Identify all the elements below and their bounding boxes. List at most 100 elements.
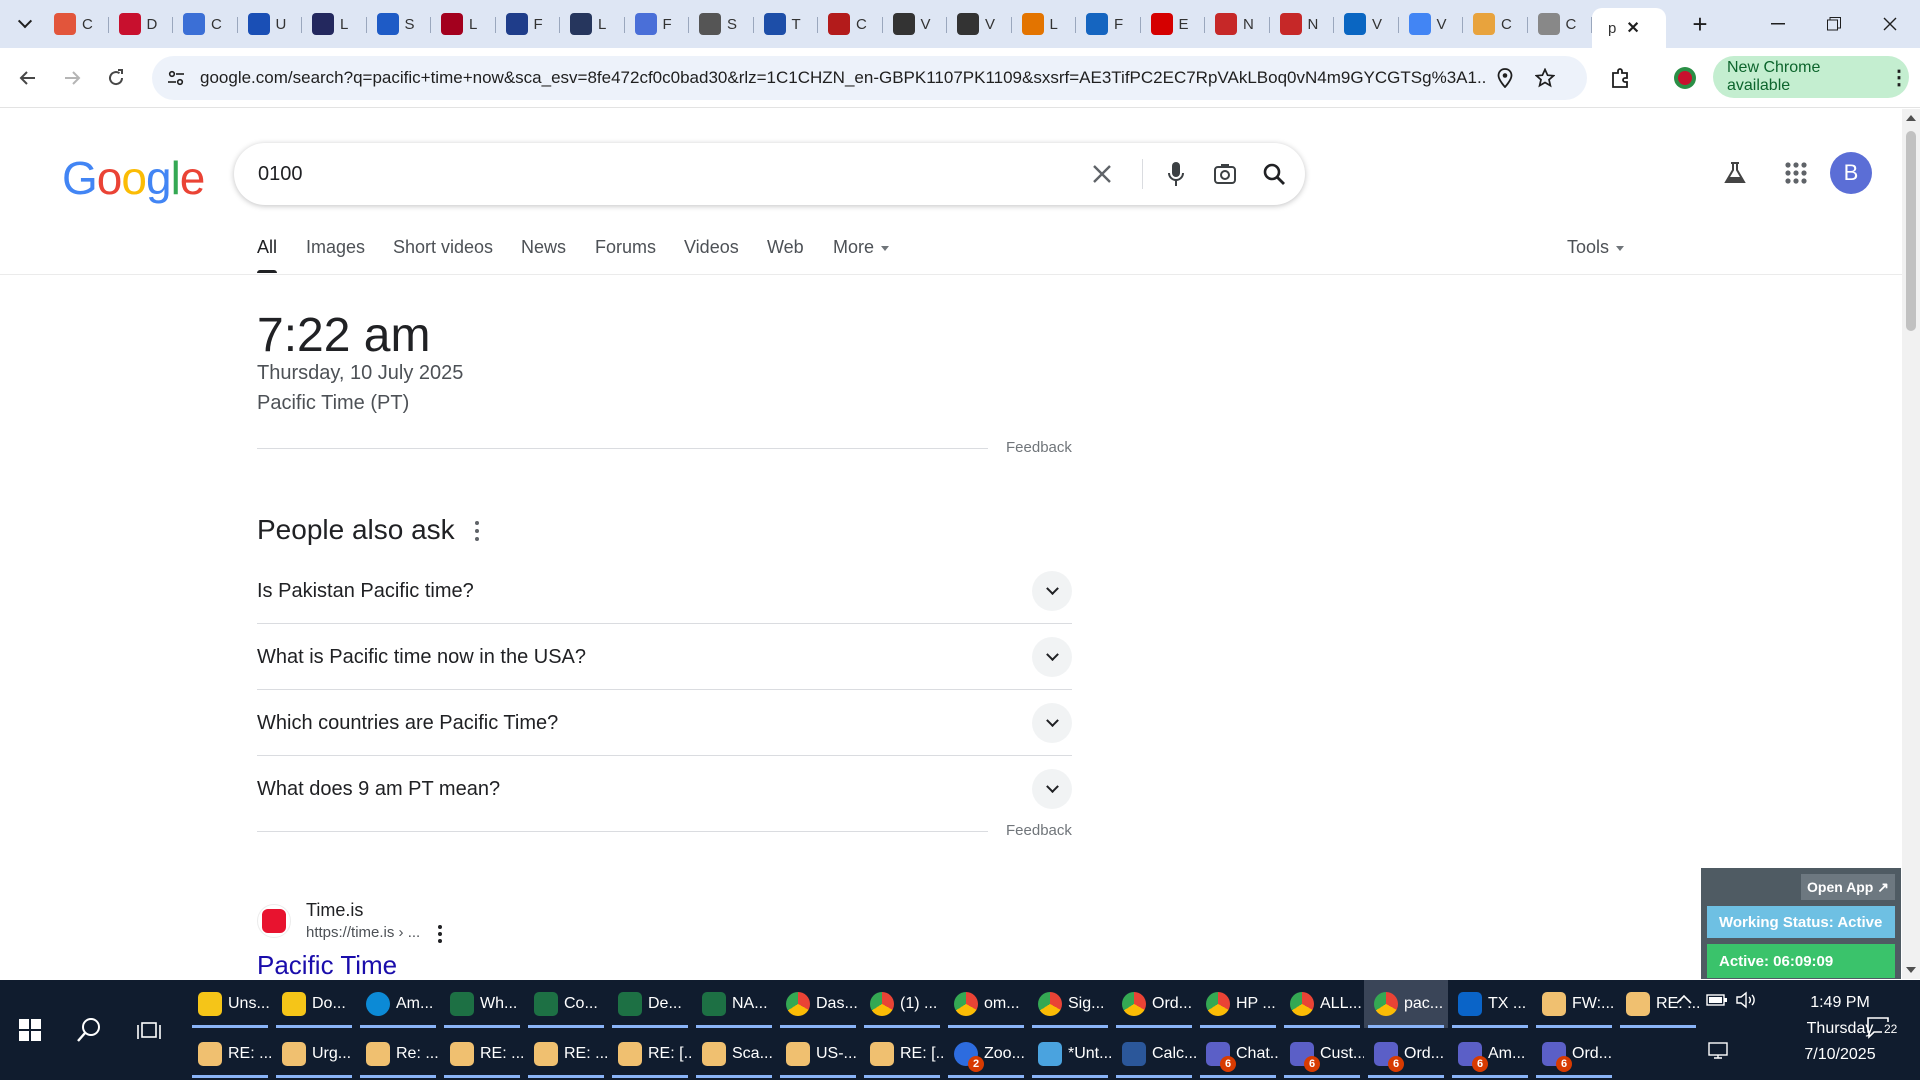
url-text[interactable]: google.com/search?q=pacific+time+now&sca…	[200, 68, 1485, 88]
tab-videos[interactable]: Videos	[684, 237, 739, 258]
browser-tab[interactable]: F	[625, 7, 690, 41]
browser-tab[interactable]: F	[1076, 7, 1141, 41]
browser-tab[interactable]: E	[1141, 7, 1206, 41]
new-tab-button[interactable]: +	[1680, 4, 1720, 44]
taskbar-app-button[interactable]: pac...	[1364, 980, 1448, 1028]
expand-button[interactable]	[1032, 703, 1072, 743]
lens-search-button[interactable]	[1205, 154, 1245, 194]
back-button[interactable]	[8, 58, 48, 98]
taskbar-app-button[interactable]: RE: [...	[860, 1030, 944, 1078]
feedback-link[interactable]: Feedback	[1006, 822, 1072, 839]
result-title-link[interactable]: Pacific Time	[257, 950, 397, 979]
taskbar-app-button[interactable]: Co...	[524, 980, 608, 1028]
profile-button[interactable]	[1665, 58, 1705, 98]
show-hidden-icons-button[interactable]	[1675, 992, 1693, 1011]
tab-all[interactable]: All	[257, 237, 278, 273]
taskbar-app-button[interactable]: US-...	[776, 1030, 860, 1078]
taskbar-app-button[interactable]: Ord...	[1112, 980, 1196, 1028]
taskbar-app-button[interactable]: om...	[944, 980, 1028, 1028]
minimize-button[interactable]	[1750, 0, 1806, 48]
expand-button[interactable]	[1032, 571, 1072, 611]
more-vert-icon[interactable]: ⋮	[1889, 65, 1909, 90]
browser-tab[interactable]: N	[1205, 7, 1270, 41]
taskbar-app-button[interactable]: FW:...	[1532, 980, 1616, 1028]
taskbar-app-button[interactable]: 6 Cust...	[1280, 1030, 1364, 1078]
browser-tab[interactable]: L	[431, 7, 496, 41]
voice-search-button[interactable]	[1156, 154, 1196, 194]
taskbar-app-button[interactable]: De...	[608, 980, 692, 1028]
tools-button[interactable]: Tools	[1567, 237, 1625, 258]
browser-tab[interactable]: C	[44, 7, 109, 41]
tab-more[interactable]: More	[833, 237, 890, 258]
taskbar-app-button[interactable]: 6 Ord...	[1532, 1030, 1616, 1078]
task-view-button[interactable]	[120, 980, 178, 1080]
site-info-icon[interactable]	[156, 58, 196, 98]
browser-tab[interactable]: L	[1012, 7, 1077, 41]
result-site-name[interactable]: Time.is	[306, 900, 363, 921]
taskbar-app-button[interactable]: 6 Chat...	[1196, 1030, 1280, 1078]
paa-question[interactable]: Which countries are Pacific Time?	[257, 690, 1072, 756]
paa-question[interactable]: Is Pakistan Pacific time?	[257, 558, 1072, 624]
taskbar-app-button[interactable]: Do...	[272, 980, 356, 1028]
restore-button[interactable]	[1806, 0, 1862, 48]
browser-tab[interactable]: C	[173, 7, 238, 41]
taskbar-app-button[interactable]: 2 Zoo...	[944, 1030, 1028, 1078]
page-scrollbar[interactable]	[1902, 109, 1920, 979]
browser-tab[interactable]: U	[238, 7, 303, 41]
tab-news[interactable]: News	[521, 237, 566, 258]
account-button[interactable]: B	[1829, 151, 1873, 195]
browser-tab[interactable]: V	[1334, 7, 1399, 41]
search-submit-button[interactable]	[1254, 154, 1294, 194]
network-icon[interactable]	[1706, 1040, 1730, 1065]
feedback-link[interactable]: Feedback	[1006, 439, 1072, 456]
taskbar-app-button[interactable]: Am...	[356, 980, 440, 1028]
scroll-down-icon[interactable]	[1906, 967, 1916, 973]
notification-center-button[interactable]: 22	[1866, 1016, 1900, 1045]
taskbar-app-button[interactable]: Das...	[776, 980, 860, 1028]
address-bar[interactable]: google.com/search?q=pacific+time+now&sca…	[152, 56, 1587, 100]
taskbar-app-button[interactable]: ALL...	[1280, 980, 1364, 1028]
tab-active[interactable]: p ✕	[1592, 8, 1666, 48]
scroll-up-icon[interactable]	[1906, 115, 1916, 121]
taskbar-app-button[interactable]: *Unt...	[1028, 1030, 1112, 1078]
chrome-update-button[interactable]: New Chrome available ⋮	[1713, 56, 1909, 98]
close-icon[interactable]: ✕	[1626, 18, 1639, 38]
taskbar-app-button[interactable]: RE: ...	[524, 1030, 608, 1078]
location-icon[interactable]	[1485, 58, 1525, 98]
taskbar-app-button[interactable]: Re: ...	[356, 1030, 440, 1078]
extensions-button[interactable]	[1601, 58, 1641, 98]
browser-tab[interactable]: V	[883, 7, 948, 41]
browser-tab[interactable]: N	[1270, 7, 1335, 41]
tab-search-button[interactable]	[6, 5, 44, 43]
expand-button[interactable]	[1032, 637, 1072, 677]
browser-tab[interactable]: C	[1463, 7, 1528, 41]
browser-tab[interactable]: L	[560, 7, 625, 41]
browser-tab[interactable]: L	[302, 7, 367, 41]
tab-short-videos[interactable]: Short videos	[393, 237, 493, 258]
browser-tab[interactable]: V	[947, 7, 1012, 41]
search-input[interactable]	[258, 162, 1078, 186]
paa-question[interactable]: What is Pacific time now in the USA?	[257, 624, 1072, 690]
taskbar-app-button[interactable]: RE: [...	[608, 1030, 692, 1078]
taskbar-app-button[interactable]: Calc...	[1112, 1030, 1196, 1078]
reload-button[interactable]	[96, 58, 136, 98]
taskbar-app-button[interactable]: Sca...	[692, 1030, 776, 1078]
search-button[interactable]	[60, 980, 118, 1080]
taskbar-app-button[interactable]: 6 Am...	[1448, 1030, 1532, 1078]
browser-tab[interactable]: S	[689, 7, 754, 41]
close-window-button[interactable]	[1862, 0, 1918, 48]
browser-tab[interactable]: V	[1399, 7, 1464, 41]
labs-button[interactable]	[1713, 151, 1757, 195]
browser-tab[interactable]: D	[109, 7, 174, 41]
more-vert-icon[interactable]	[470, 519, 484, 543]
taskbar-app-button[interactable]: Sig...	[1028, 980, 1112, 1028]
taskbar-app-button[interactable]: RE: ...	[188, 1030, 272, 1078]
battery-icon[interactable]	[1706, 992, 1728, 1013]
paa-question[interactable]: What does 9 am PT mean?	[257, 756, 1072, 822]
taskbar-app-button[interactable]: 6 Ord...	[1364, 1030, 1448, 1078]
tab-web[interactable]: Web	[767, 237, 804, 258]
browser-tab[interactable]: S	[367, 7, 432, 41]
browser-tab[interactable]: T	[754, 7, 819, 41]
scroll-thumb[interactable]	[1906, 131, 1916, 331]
browser-tab[interactable]: F	[496, 7, 561, 41]
